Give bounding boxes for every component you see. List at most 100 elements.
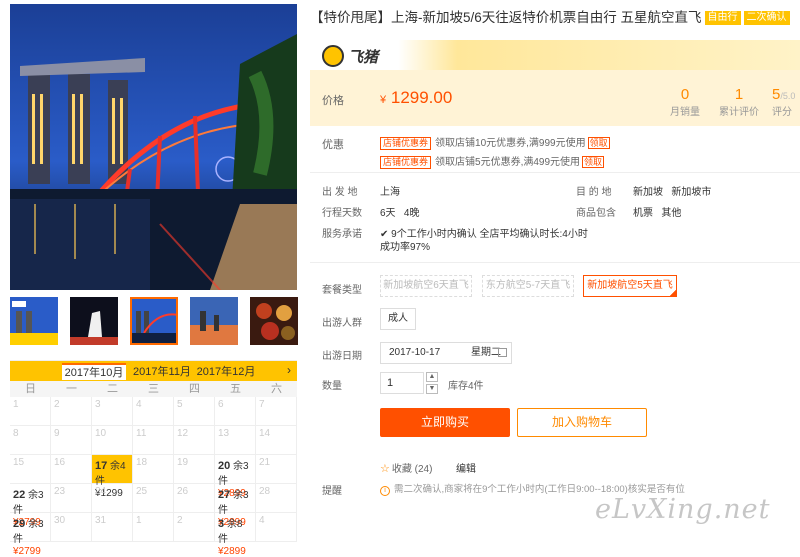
tab-month-1[interactable]: 2017年10月 <box>62 363 126 380</box>
package-option-3-selected[interactable]: 新加坡航空5天直飞 <box>583 275 677 297</box>
main-product-image <box>10 4 297 290</box>
day-number: 12 <box>177 428 189 439</box>
promise-label: 服务承诺 <box>322 229 362 240</box>
travel-date-picker[interactable]: 2017-10-17 星期二 <box>380 342 512 364</box>
calendar-day: 14 <box>256 426 297 455</box>
day-number: 28 <box>259 486 271 497</box>
day-number: 4 <box>259 515 265 526</box>
calendar-day: 11 <box>133 426 174 455</box>
stat-reviews[interactable]: 1 累计评价 <box>714 86 764 118</box>
calendar-day-available[interactable]: 22 余3件 ¥2799 <box>10 484 51 528</box>
calendar-day: 1 <box>133 513 174 542</box>
day-number: 24 <box>95 486 107 497</box>
day-number: 19 <box>177 457 189 468</box>
calendar-day: 21 <box>256 455 297 484</box>
crowd-adult-button[interactable]: 成人 <box>380 308 416 330</box>
quantity-label: 数量 <box>322 381 342 392</box>
day-price: ¥2899 <box>218 546 246 557</box>
days-label: 行程天数 <box>322 208 362 219</box>
thumbnail-2[interactable] <box>70 297 118 345</box>
weekday-label: 六 <box>271 383 282 395</box>
calendar-day: 23 <box>51 484 92 513</box>
day-number: 2 <box>177 515 183 526</box>
coupon-item: 店铺优惠券 领取店铺5元优惠券,满499元使用 领取 <box>380 153 605 169</box>
tab-month-3[interactable]: 2017年12月 <box>194 364 258 381</box>
day-number: 11 <box>136 428 147 439</box>
thumbnail-1[interactable] <box>10 297 58 345</box>
rating-suffix: /5.0 <box>780 91 796 101</box>
calendar-grid: 1 2 3 4 5 6 7 8 9 10 11 12 13 14 15 16 17 余4件 ¥1299 18 19 20… <box>10 397 297 557</box>
weekday-label: 日 <box>25 383 36 395</box>
day-number: 17 <box>95 460 108 472</box>
calendar-day: 31 <box>92 513 133 542</box>
brand-name: 飞猪 <box>348 49 379 66</box>
coupon-claim-link[interactable]: 领取 <box>582 156 605 168</box>
price-label: 价格 <box>322 95 344 107</box>
calendar-day-available[interactable]: 29 余3件 ¥2799 <box>10 513 51 557</box>
coupon-text: 领取店铺10元优惠券,满999元使用 <box>435 138 586 149</box>
currency-symbol: ¥ <box>380 94 387 106</box>
calendar-day-available[interactable]: 3 余8件 ¥2899 <box>215 513 256 557</box>
increase-icon[interactable]: ▲ <box>426 372 438 382</box>
weekday-label: 一 <box>66 383 77 395</box>
day-number: 1 <box>136 515 142 526</box>
edit-link[interactable]: 编辑 <box>456 460 476 475</box>
day-number: 7 <box>259 399 265 410</box>
calendar-day: 18 <box>133 455 174 484</box>
buy-now-button[interactable]: 立即购买 <box>380 408 510 437</box>
favorite-button[interactable]: ☆ 收藏 (24) <box>380 460 432 475</box>
calendar-day: 12 <box>174 426 215 455</box>
tag-second-confirm: 二次确认 <box>743 11 790 25</box>
calendar-day: 28 <box>256 484 297 513</box>
crowd-label: 出游人群 <box>322 318 362 329</box>
calendar-day: 30 <box>51 513 92 542</box>
day-number: 3 <box>95 399 101 410</box>
calendar-day-available[interactable]: 17 余4件 ¥1299 <box>92 455 133 499</box>
day-number: 14 <box>259 428 271 439</box>
day-number: 18 <box>136 457 148 468</box>
day-number: 27 <box>218 489 231 501</box>
calendar-icon <box>498 348 507 357</box>
weekday-header: 日 一 二 三 四 五 六 <box>10 381 297 397</box>
favorite-count: (24) <box>414 464 433 475</box>
thumbnail-3-selected[interactable] <box>130 297 178 345</box>
remind-label: 提醒 <box>322 486 342 497</box>
day-number: 2 <box>54 399 60 410</box>
divider <box>310 172 800 173</box>
product-gallery: 2017年10月 2017年11月 2017年12月 › 日 一 二 三 四 五… <box>0 0 300 557</box>
dest-label: 目 的 地 <box>576 187 612 198</box>
day-number: 15 <box>13 457 25 468</box>
stat-value: 5/5.0 <box>772 86 800 103</box>
price-amount: 1299.00 <box>390 88 453 107</box>
calendar-day: 3 <box>92 397 133 426</box>
day-number: 6 <box>218 399 224 410</box>
day-number: 21 <box>259 457 271 468</box>
watermark: eLvXing.net <box>595 494 771 525</box>
tab-month-2[interactable]: 2017年11月 <box>130 364 194 381</box>
favorite-label: 收藏 <box>391 464 412 475</box>
add-to-cart-button[interactable]: 加入购物车 <box>517 408 647 437</box>
calendar-day-available[interactable]: 27 余3件 ¥2899 <box>215 484 256 528</box>
info-icon: i <box>380 486 390 496</box>
decrease-icon[interactable]: ▼ <box>426 384 438 394</box>
stat-rating: 5/5.0 评分 <box>772 86 800 118</box>
thumbnail-5[interactable] <box>250 297 298 345</box>
calendar-day: 8 <box>10 426 51 455</box>
day-price: ¥2799 <box>13 546 41 557</box>
day-number: 29 <box>13 518 26 530</box>
quantity-input[interactable]: 1 <box>380 372 424 394</box>
product-title-text: 【特价甩尾】上海-新加坡5/6天往返特价机票自由行 五星航空直飞 <box>310 10 702 25</box>
price-calendar: 2017年10月 2017年11月 2017年12月 › 日 一 二 三 四 五… <box>10 360 297 557</box>
date-weekday: 星期二 <box>471 347 501 358</box>
chevron-right-icon[interactable]: › <box>287 363 291 377</box>
calendar-day: 16 <box>51 455 92 484</box>
stat-label: 月销量 <box>670 107 700 118</box>
coupon-claim-link[interactable]: 领取 <box>587 137 610 149</box>
thumbnail-4[interactable] <box>190 297 238 345</box>
package-option-1[interactable]: 新加坡航空6天直飞 <box>380 275 472 297</box>
day-number: 22 <box>13 489 26 501</box>
calendar-day-available[interactable]: 20 余3件 ¥2899 <box>215 455 256 499</box>
day-number: 23 <box>54 486 66 497</box>
package-option-2[interactable]: 东方航空5-7天直飞 <box>482 275 574 297</box>
date-label: 出游日期 <box>322 351 362 362</box>
